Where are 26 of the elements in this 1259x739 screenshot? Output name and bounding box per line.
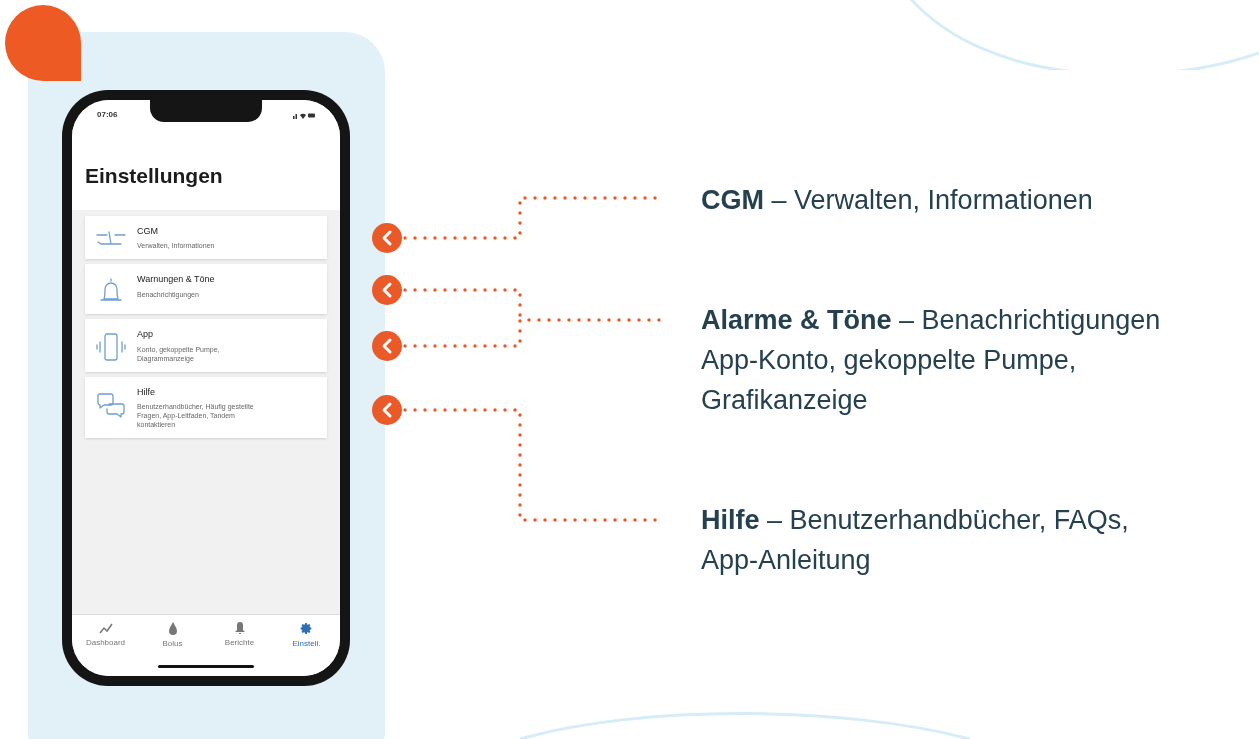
chevron-left-icon bbox=[372, 395, 402, 425]
callout-text: App-Konto, gekoppelte Pumpe, bbox=[701, 344, 1078, 377]
callout-text: CGM – Verwalten, Informationen bbox=[701, 184, 1094, 217]
callout-text: Hilfe – Benutzerhandbücher, FAQs, bbox=[701, 504, 1130, 537]
item-title: Warnungen & Töne bbox=[137, 273, 216, 286]
line-chart-icon bbox=[98, 622, 113, 634]
tab[interactable]: Bolus bbox=[146, 622, 199, 650]
screen-title: Einstellungen bbox=[84, 163, 224, 189]
drop-icon bbox=[167, 622, 178, 635]
callout-text: App-Anleitung bbox=[701, 544, 872, 577]
chevron-left-icon bbox=[372, 223, 402, 253]
callout-text: Grafikanzeige bbox=[701, 384, 869, 417]
chevron-left-icon bbox=[372, 331, 402, 361]
tab[interactable]: Dashboard bbox=[79, 622, 132, 650]
callout-text: Alarme & Töne – Benachrichtigungen bbox=[701, 304, 1161, 337]
status-icons bbox=[293, 111, 315, 119]
status-time: 07:06 bbox=[97, 109, 118, 121]
item-title: App bbox=[137, 328, 154, 341]
tab[interactable]: Einstell. bbox=[280, 622, 333, 650]
bell-icon bbox=[234, 622, 245, 634]
settings-icon bbox=[300, 622, 313, 635]
tab[interactable]: Berichte bbox=[213, 622, 266, 650]
item-title: CGM bbox=[137, 224, 159, 238]
item-title: Hilfe bbox=[137, 385, 156, 399]
vibrating-phone-icon bbox=[96, 332, 126, 362]
chevron-left-icon bbox=[372, 275, 402, 305]
